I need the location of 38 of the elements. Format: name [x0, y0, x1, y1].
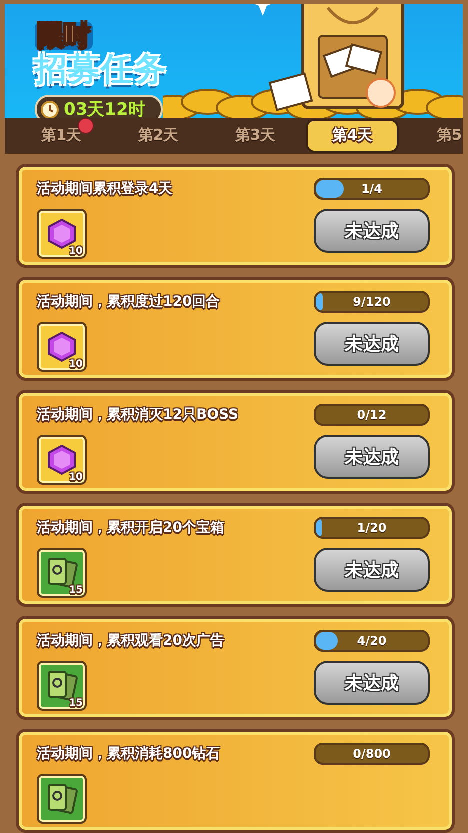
- reward-count: 15: [69, 586, 83, 596]
- day-tab[interactable]: 第3天: [209, 118, 302, 153]
- progress-text: 1/20: [356, 520, 388, 537]
- claim-button[interactable]: 未达成: [314, 435, 430, 479]
- claim-button[interactable]: 未达成: [314, 548, 430, 592]
- reward-count: 15: [69, 699, 83, 709]
- progress-text: 4/20: [356, 633, 388, 650]
- task-title: 活动期间累积登录4天: [37, 180, 174, 198]
- mystery-card-icon: [45, 782, 79, 816]
- task-title: 活动期间，累积度过120回合: [37, 293, 222, 311]
- progress-text: 9/120: [352, 294, 392, 311]
- day-tab[interactable]: 第4天: [306, 118, 399, 153]
- day-tab[interactable]: 第5: [403, 118, 463, 153]
- progress-text: 0/12: [356, 407, 388, 424]
- task-title: 活动期间，累积消耗800钻石: [37, 745, 222, 763]
- day-tab[interactable]: 第1天: [15, 118, 108, 153]
- banner-title: 招募任务: [35, 52, 168, 88]
- task-title: 活动期间，累积观看20次广告: [37, 632, 226, 650]
- progress-text: 1/4: [360, 181, 384, 198]
- reward-slot[interactable]: 15: [37, 548, 87, 598]
- reward-count: 10: [69, 247, 83, 257]
- progress-text: 0/800: [352, 746, 392, 763]
- reward-slot[interactable]: 10: [37, 435, 87, 485]
- claim-button[interactable]: 未达成: [314, 661, 430, 705]
- timer-text: 03天12时: [64, 99, 146, 118]
- claim-button[interactable]: 未达成: [314, 209, 430, 253]
- banner-tag: 限时: [35, 22, 93, 50]
- reward-slot[interactable]: 10: [37, 322, 87, 372]
- task-title: 活动期间，累积开启20个宝箱: [37, 519, 226, 537]
- reward-count: 10: [69, 360, 83, 370]
- reward-slot[interactable]: [37, 774, 87, 824]
- reward-count: 10: [69, 473, 83, 483]
- claim-button[interactable]: 未达成: [314, 322, 430, 366]
- task-title: 活动期间，累积消灭12只BOSS: [37, 406, 240, 424]
- day-tab[interactable]: 第2天: [112, 118, 205, 153]
- reward-slot[interactable]: 10: [37, 209, 87, 259]
- clock-icon: [40, 100, 60, 118]
- reward-slot[interactable]: 15: [37, 661, 87, 711]
